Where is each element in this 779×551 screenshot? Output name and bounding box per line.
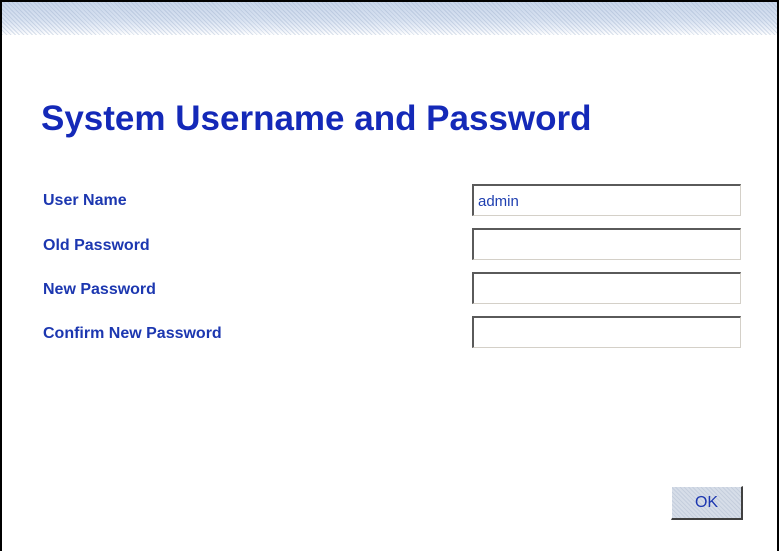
old-password-field[interactable]	[472, 228, 741, 260]
new-password-field[interactable]	[472, 272, 741, 304]
confirm-new-password-label: Confirm New Password	[43, 325, 222, 342]
page-title: System Username and Password	[41, 99, 592, 138]
new-password-label: New Password	[43, 281, 156, 298]
old-password-label: Old Password	[43, 237, 150, 254]
settings-panel: System Username and Password User Name O…	[0, 0, 779, 551]
user-name-label: User Name	[43, 192, 127, 209]
ok-button[interactable]: OK	[671, 486, 743, 520]
confirm-new-password-field[interactable]	[472, 316, 741, 348]
user-name-field[interactable]	[472, 184, 741, 216]
header-band	[2, 2, 777, 35]
